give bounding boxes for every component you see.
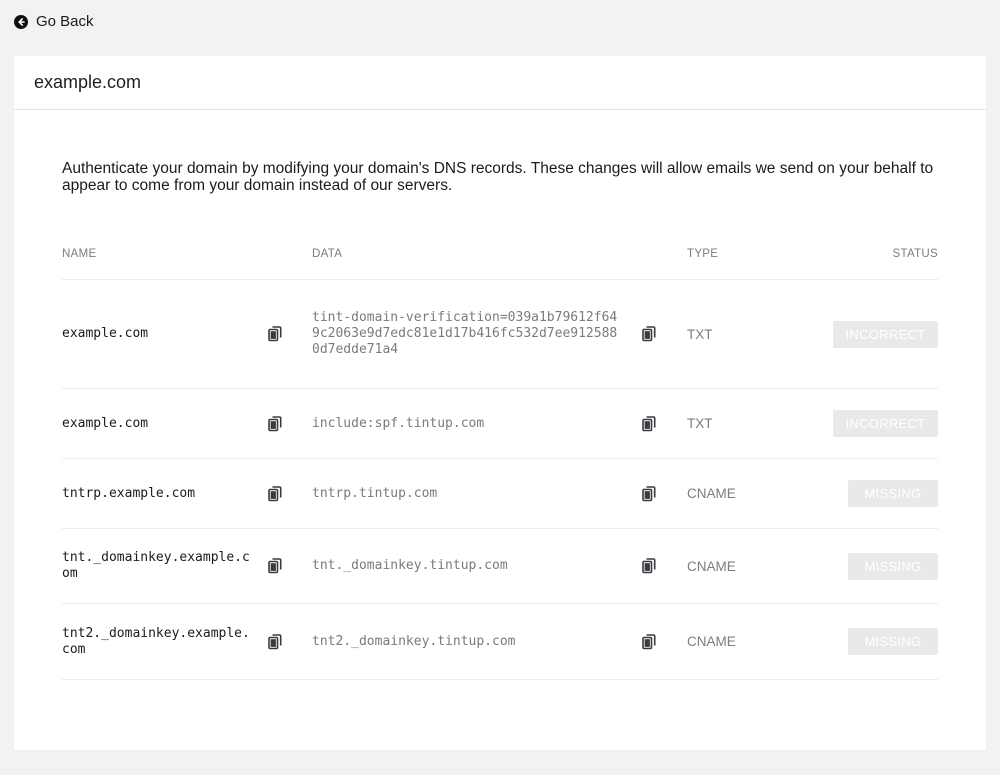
copy-icon bbox=[268, 485, 282, 501]
record-type: CNAME bbox=[687, 558, 736, 574]
record-type: CNAME bbox=[687, 486, 736, 501]
copy-icon bbox=[642, 415, 656, 431]
record-name: example.com bbox=[62, 326, 149, 341]
copy-name-button[interactable] bbox=[266, 529, 284, 603]
record-status: MISSING bbox=[848, 529, 938, 603]
record-name: tnt2._domainkey.example.com bbox=[62, 625, 250, 657]
record-status: MISSING bbox=[848, 604, 938, 679]
copy-icon bbox=[642, 558, 656, 574]
status-badge: INCORRECT bbox=[833, 320, 938, 348]
record-data: tnt._domainkey.tintup.com bbox=[312, 558, 508, 573]
header-status: STATUS bbox=[892, 248, 938, 260]
go-back-label: Go Back bbox=[36, 13, 94, 30]
status-badge: MISSING bbox=[848, 480, 938, 507]
copy-icon bbox=[268, 415, 282, 431]
record-status: INCORRECT bbox=[833, 389, 938, 458]
header-name: NAME bbox=[62, 248, 97, 260]
dns-records-table: NAME DATA TYPE STATUS example.com tint-d… bbox=[62, 246, 938, 680]
status-badge: INCORRECT bbox=[833, 410, 938, 437]
table-row: tnt._domainkey.example.com tnt._domainke… bbox=[62, 529, 938, 604]
copy-data-button[interactable] bbox=[640, 389, 658, 458]
record-name: example.com bbox=[62, 415, 149, 431]
table-row: tnt2._domainkey.example.com tnt2._domain… bbox=[62, 604, 938, 680]
copy-icon bbox=[268, 326, 282, 342]
record-data: include:spf.tintup.com bbox=[312, 415, 485, 431]
go-back-link[interactable]: Go Back bbox=[14, 13, 94, 30]
copy-data-button[interactable] bbox=[640, 529, 658, 603]
intro-text: Authenticate your domain by modifying yo… bbox=[62, 160, 934, 194]
copy-icon bbox=[642, 485, 656, 501]
status-badge: MISSING bbox=[848, 552, 938, 580]
header-type: TYPE bbox=[687, 248, 719, 260]
table-row: example.com include:spf.tintup.com TXT I… bbox=[62, 389, 938, 459]
copy-name-button[interactable] bbox=[266, 389, 284, 458]
card-title: example.com bbox=[14, 56, 986, 110]
status-badge: MISSING bbox=[848, 628, 938, 655]
copy-name-button[interactable] bbox=[266, 280, 284, 388]
copy-icon bbox=[642, 633, 656, 649]
copy-icon bbox=[642, 326, 656, 342]
copy-icon bbox=[268, 558, 282, 574]
record-type: TXT bbox=[687, 416, 713, 431]
arrow-left-circle-icon bbox=[14, 14, 28, 29]
record-name: tntrp.example.com bbox=[62, 485, 196, 501]
table-header: NAME DATA TYPE STATUS bbox=[62, 246, 938, 280]
copy-name-button[interactable] bbox=[266, 604, 284, 679]
copy-data-button[interactable] bbox=[640, 280, 658, 388]
record-name: tnt._domainkey.example.com bbox=[62, 550, 250, 581]
record-status: MISSING bbox=[848, 459, 938, 528]
record-type: TXT bbox=[687, 326, 713, 342]
copy-data-button[interactable] bbox=[640, 604, 658, 679]
domain-card: example.com Authenticate your domain by … bbox=[14, 56, 986, 750]
record-data: tint-domain-verification=039a1b79612f649… bbox=[312, 310, 618, 357]
table-row: tntrp.example.com tntrp.tintup.com CNAME… bbox=[62, 459, 938, 529]
record-status: INCORRECT bbox=[833, 280, 938, 388]
copy-name-button[interactable] bbox=[266, 459, 284, 528]
copy-icon bbox=[268, 633, 282, 649]
table-row: example.com tint-domain-verification=039… bbox=[62, 280, 938, 389]
record-data: tntrp.tintup.com bbox=[312, 485, 438, 501]
header-data: DATA bbox=[312, 248, 343, 260]
record-type: CNAME bbox=[687, 634, 736, 649]
record-data: tnt2._domainkey.tintup.com bbox=[312, 633, 516, 649]
copy-data-button[interactable] bbox=[640, 459, 658, 528]
